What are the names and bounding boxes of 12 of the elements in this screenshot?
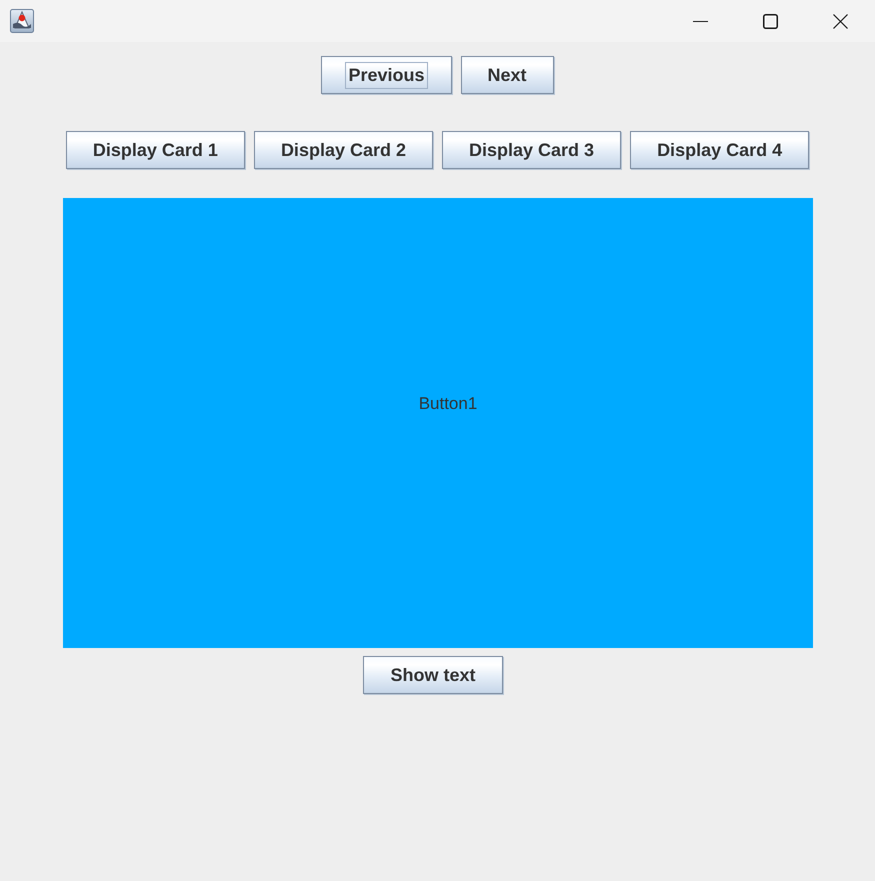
- display-card-button[interactable]: Display Card 3: [442, 131, 622, 169]
- show-text-button[interactable]: Show text: [363, 656, 502, 694]
- previous-button[interactable]: Previous: [321, 56, 452, 94]
- card-button[interactable]: Button1: [63, 198, 813, 648]
- display-card-button[interactable]: Display Card 4: [630, 131, 810, 169]
- close-icon[interactable]: [832, 14, 848, 28]
- minimize-icon[interactable]: [692, 20, 708, 22]
- display-card-button[interactable]: Display Card 1: [66, 131, 245, 169]
- app-icon: [10, 9, 34, 33]
- display-card-button[interactable]: Display Card 2: [254, 131, 433, 169]
- next-button[interactable]: Next: [460, 56, 554, 94]
- maximize-icon[interactable]: [762, 14, 778, 28]
